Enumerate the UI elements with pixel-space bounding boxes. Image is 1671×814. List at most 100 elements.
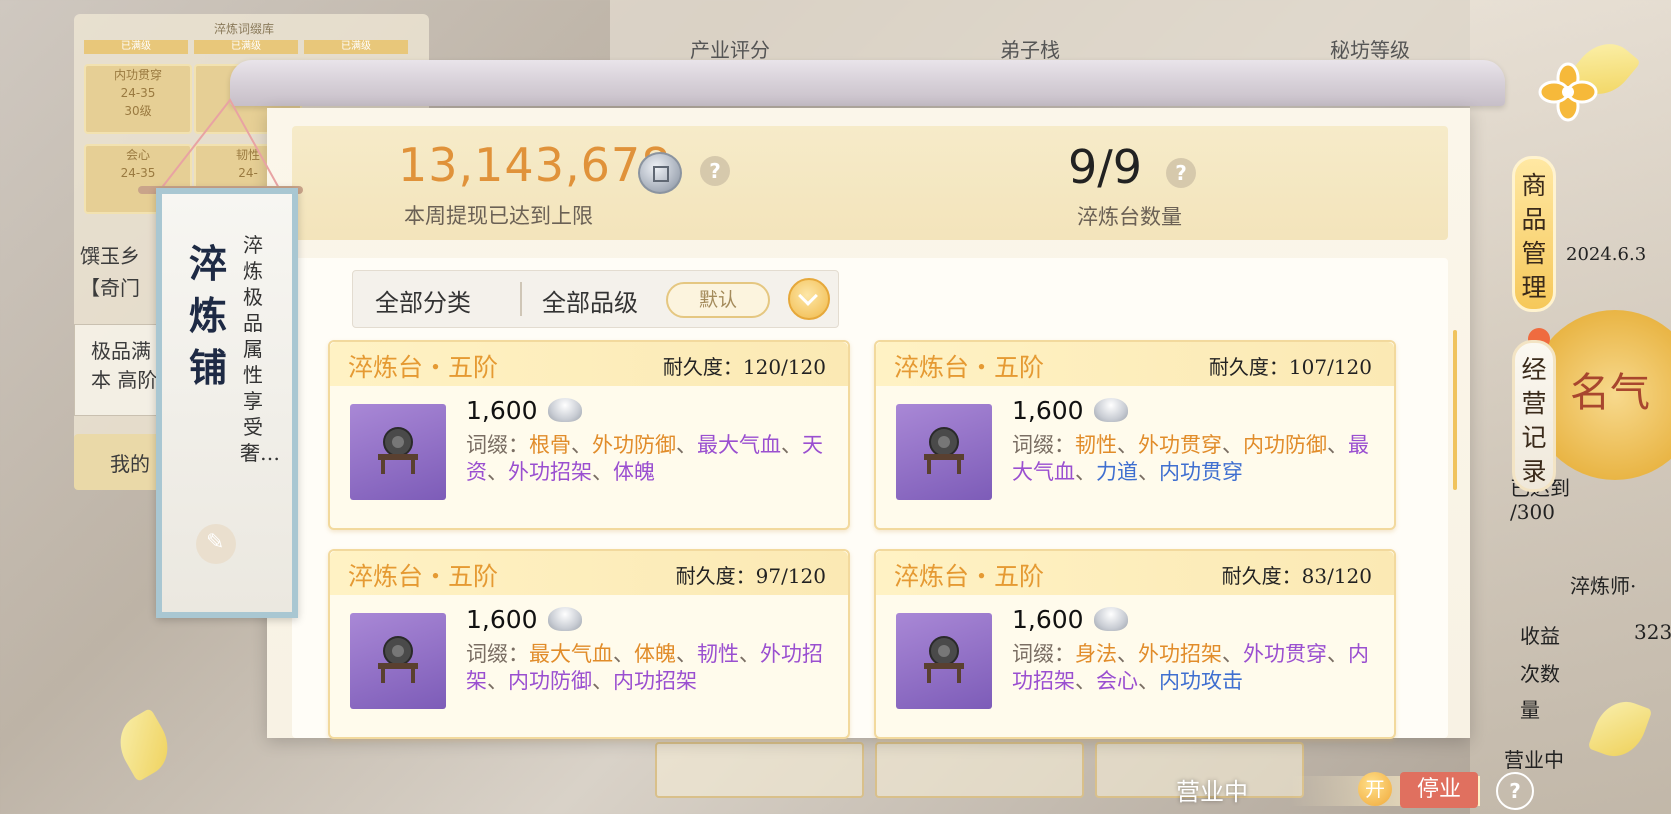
affix-item: 体魄 [613, 460, 655, 484]
tab-business-log[interactable]: 经营记录 [1512, 340, 1556, 492]
card-price: 1,600 [1012, 396, 1084, 425]
card-title: 淬炼台・五阶 [894, 353, 1045, 382]
card-affixes: 词缀：身法、外功招架、外功贯穿、内功招架、会心、内功攻击 [1012, 641, 1382, 695]
affix-item: 最大气血 [529, 642, 613, 666]
bg-line1: 馔玉乡 [80, 244, 140, 268]
affix-separator: 、 [487, 669, 508, 693]
affix-separator: 、 [781, 433, 802, 457]
affix-separator: 、 [1327, 433, 1348, 457]
durability-label: 耐久度： [662, 355, 743, 379]
affix-separator: 、 [1117, 642, 1138, 666]
background-top-bar: 产业评分 弟子栈 秘坊等级 [610, 0, 1470, 62]
background-right-panel: ：2024.6.3 名气 已达到 /300 淬炼师· 收益 323 次数 量 营… [1470, 0, 1671, 814]
help-icon[interactable]: ? [700, 156, 730, 186]
affix-item: 外功贯穿 [1138, 433, 1222, 457]
affix-separator: 、 [1138, 460, 1159, 484]
banner-hanging-string [159, 98, 281, 190]
scroll-top-rod [230, 60, 1505, 106]
bg-my-button-label: 我的 [110, 452, 150, 476]
card-header: 淬炼台・五阶 耐久度：107/120 [876, 342, 1394, 386]
bg-affix-name: 内功贯穿 [113, 68, 162, 82]
list-scrollbar[interactable] [1453, 330, 1457, 490]
grade-filter[interactable]: 全部品级 [542, 283, 638, 318]
durability-value: 83/120 [1301, 564, 1372, 588]
silver-ingot-icon [1094, 398, 1128, 422]
refining-station-image [896, 404, 992, 500]
flower-close-icon[interactable] [1538, 62, 1598, 122]
edit-icon[interactable] [196, 524, 236, 564]
bg-my-button[interactable]: 我的 [74, 434, 164, 490]
refining-machine-icon [924, 636, 964, 683]
bg-desc-line2: 本 高阶 [91, 368, 158, 392]
refining-station-image [350, 404, 446, 500]
bg-label-level: 秘坊等级 [1330, 38, 1410, 62]
bg-line2: 【奇门 [80, 276, 140, 300]
banner-title: 淬炼铺 [188, 241, 227, 390]
durability-value: 107/120 [1288, 355, 1372, 379]
bg-label-disciples: 弟子栈 [1000, 38, 1060, 62]
sort-default-button[interactable]: 默认 [666, 282, 770, 318]
affix-label: 词缀： [1012, 433, 1075, 457]
bg-row-value: 323 [1634, 620, 1671, 644]
item-card[interactable]: 淬炼台・五阶 耐久度：107/120 1,600 词缀：韧性、外功贯穿、内功防御、最大… [874, 340, 1396, 530]
bg-row-tag: 已满级 [84, 40, 188, 54]
bg-date: ：2024.6.3 [1548, 244, 1647, 265]
affix-label: 词缀： [466, 642, 529, 666]
card-affixes: 词缀：根骨、外功防御、最大气血、天资、外功招架、体魄 [466, 432, 836, 486]
affix-item: 最大气血 [697, 433, 781, 457]
affix-library-header: 淬炼词缀库 [214, 22, 275, 36]
bg-row-tag: 已满级 [304, 40, 408, 54]
refining-station-image [350, 613, 446, 709]
affix-separator: 、 [676, 642, 697, 666]
item-card[interactable]: 淬炼台・五阶 耐久度：120/120 1,600 词缀：根骨、外功防御、最大气血、天资… [328, 340, 850, 530]
tab-goods-management[interactable]: 商品管理 [1512, 156, 1556, 312]
affix-separator: 、 [1222, 642, 1243, 666]
durability-value: 97/120 [755, 564, 826, 588]
card-title: 淬炼台・五阶 [348, 353, 499, 382]
affix-separator: 、 [1117, 433, 1138, 457]
item-card[interactable]: 淬炼台・五阶 耐久度：83/120 1,600 词缀：身法、外功招架、外功贯穿、内功招… [874, 549, 1396, 739]
bg-slot [655, 742, 864, 798]
station-count: 9/9 [1068, 140, 1143, 194]
affix-separator: 、 [739, 642, 760, 666]
affix-separator: 、 [1138, 669, 1159, 693]
durability-value: 120/120 [742, 355, 826, 379]
affix-separator: 、 [613, 642, 634, 666]
affix-separator: 、 [1222, 433, 1243, 457]
affix-item: 内功贯穿 [1159, 460, 1243, 484]
affix-item: 内功招架 [613, 669, 697, 693]
card-price: 1,600 [466, 605, 538, 634]
item-card[interactable]: 淬炼台・五阶 耐久度：97/120 1,600 词缀：最大气血、体魄、韧性、外功招架、… [328, 549, 850, 739]
toggle-open[interactable]: 开 [1358, 772, 1392, 806]
bg-row-label: 次数 [1520, 662, 1560, 686]
help-icon[interactable]: ? [1166, 158, 1196, 188]
withdraw-limit-caption: 本周提现已达到上限 [404, 204, 593, 228]
affix-separator: 、 [1327, 642, 1348, 666]
card-header: 淬炼台・五阶 耐久度：83/120 [876, 551, 1394, 595]
affix-separator: 、 [592, 669, 613, 693]
stop-business-button[interactable]: 停业 [1400, 772, 1478, 808]
affix-label: 词缀： [466, 433, 529, 457]
affix-item: 外功防御 [592, 433, 676, 457]
help-icon[interactable]: ? [1496, 772, 1534, 810]
affix-item: 外功招架 [508, 460, 592, 484]
refining-machine-icon [378, 427, 418, 474]
silver-ingot-icon [1094, 607, 1128, 631]
category-filter[interactable]: 全部分类 [375, 283, 471, 318]
durability-label: 耐久度： [675, 564, 756, 588]
station-count-caption: 淬炼台数量 [1077, 205, 1182, 229]
durability-label: 耐久度： [1208, 355, 1289, 379]
affix-item: 力道 [1096, 460, 1138, 484]
card-header: 淬炼台・五阶 耐久度：120/120 [330, 342, 848, 386]
bg-reach-value: /300 [1510, 500, 1555, 524]
silver-ingot-icon [548, 398, 582, 422]
affix-separator: 、 [571, 433, 592, 457]
bg-status: 营业中 [1504, 748, 1564, 772]
affix-item: 外功招架 [1138, 642, 1222, 666]
affix-separator: 、 [487, 460, 508, 484]
card-durability: 耐久度：107/120 [1209, 351, 1372, 380]
card-affixes: 词缀：韧性、外功贯穿、内功防御、最大气血、力道、内功贯穿 [1012, 432, 1382, 486]
filter-divider [520, 282, 522, 316]
bg-row-tag: 已满级 [194, 40, 298, 54]
chevron-down-icon[interactable] [788, 278, 830, 320]
